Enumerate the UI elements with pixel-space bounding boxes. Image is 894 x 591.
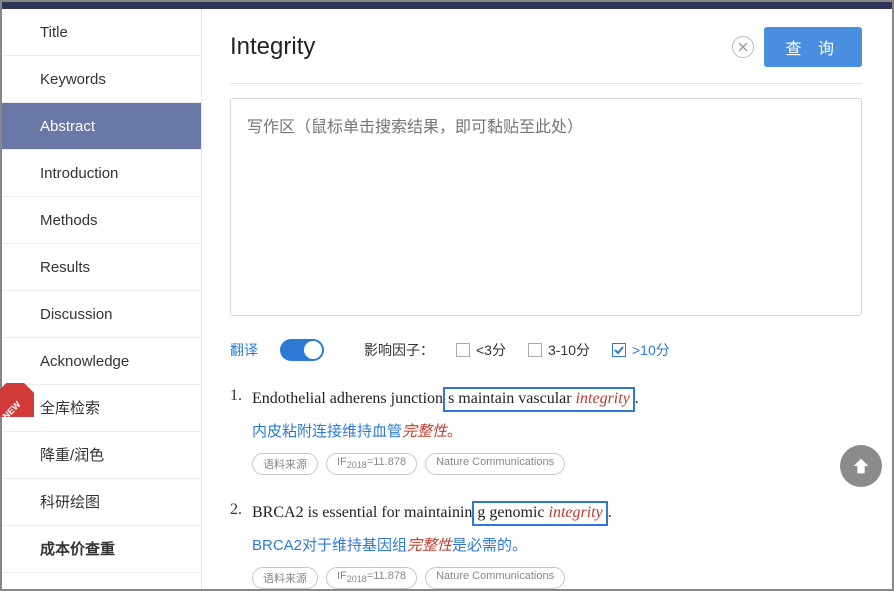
highlight-box: s maintain vascular integrity: [443, 387, 635, 412]
sidebar-item-introduction[interactable]: Introduction: [2, 150, 201, 197]
result-translation: BRCA2对于维持基因组完整性是必需的。: [252, 534, 862, 555]
sidebar-item-title[interactable]: Title: [2, 9, 201, 56]
translate-label: 翻译: [230, 340, 258, 360]
tag-if[interactable]: IF2018=11.878: [326, 453, 417, 475]
sidebar-item-abstract[interactable]: Abstract: [2, 103, 201, 150]
result-sentence: Endothelial adherens junctions maintain …: [252, 387, 862, 412]
result-number: 2.: [230, 501, 242, 589]
sidebar-item-results[interactable]: Results: [2, 244, 201, 291]
result-sentence: BRCA2 is essential for maintaining genom…: [252, 501, 862, 526]
if-lt3-checkbox[interactable]: <3分: [456, 340, 506, 360]
app-frame: Title Keywords Abstract Introduction Met…: [0, 0, 894, 591]
result-item[interactable]: 1. Endothelial adherens junctions mainta…: [230, 387, 862, 475]
if-lt3-label: <3分: [476, 340, 506, 360]
result-tags: 语料来源 IF2018=11.878 Nature Communications: [252, 567, 862, 589]
result-item[interactable]: 2. BRCA2 is essential for maintaining ge…: [230, 501, 862, 589]
tag-source[interactable]: 语料来源: [252, 453, 318, 475]
sidebar-item-sciplot[interactable]: 科研绘图: [2, 479, 201, 526]
filter-row: 翻译 影响因子： <3分 3-10分 >10分: [230, 339, 862, 361]
result-tags: 语料来源 IF2018=11.878 Nature Communications: [252, 453, 862, 475]
search-row: 查 询: [230, 27, 862, 84]
clear-search-button[interactable]: [732, 36, 754, 58]
tag-journal[interactable]: Nature Communications: [425, 567, 565, 589]
result-translation: 内皮粘附连接维持血管完整性。: [252, 420, 862, 441]
results-list: 1. Endothelial adherens junctions mainta…: [230, 387, 862, 589]
sidebar-item-plagiarism[interactable]: 成本价查重: [2, 526, 201, 573]
new-badge-icon: [0, 383, 34, 417]
window-topbar: [2, 2, 892, 9]
tag-source[interactable]: 语料来源: [252, 567, 318, 589]
result-number: 1.: [230, 387, 242, 475]
sidebar-item-discussion[interactable]: Discussion: [2, 291, 201, 338]
close-icon: [738, 42, 748, 52]
scroll-to-top-button[interactable]: [840, 445, 882, 487]
search-input[interactable]: [230, 33, 722, 61]
writing-textarea[interactable]: [230, 98, 862, 316]
if-3-10-checkbox[interactable]: 3-10分: [528, 340, 590, 360]
sidebar-item-acknowledge[interactable]: Acknowledge: [2, 338, 201, 385]
if-3-10-label: 3-10分: [548, 340, 590, 360]
sidebar-item-fulldb[interactable]: 全库检索: [2, 385, 201, 432]
tag-journal[interactable]: Nature Communications: [425, 453, 565, 475]
if-gt10-checkbox[interactable]: >10分: [612, 340, 670, 360]
translate-toggle[interactable]: [280, 339, 324, 361]
search-button[interactable]: 查 询: [764, 27, 862, 67]
impact-factor-label: 影响因子：: [364, 340, 434, 360]
if-gt10-label: >10分: [632, 340, 670, 360]
tag-if[interactable]: IF2018=11.878: [326, 567, 417, 589]
sidebar-item-methods[interactable]: Methods: [2, 197, 201, 244]
sidebar-item-keywords[interactable]: Keywords: [2, 56, 201, 103]
sidebar: Title Keywords Abstract Introduction Met…: [2, 9, 202, 589]
highlight-box: g genomic integrity: [472, 501, 607, 526]
sidebar-item-label: 全库检索: [40, 400, 100, 417]
arrow-up-icon: [850, 455, 872, 477]
main-panel: 查 询 翻译 影响因子： <3分 3-10分 >10分: [202, 9, 892, 589]
sidebar-item-rewrite[interactable]: 降重/润色: [2, 432, 201, 479]
